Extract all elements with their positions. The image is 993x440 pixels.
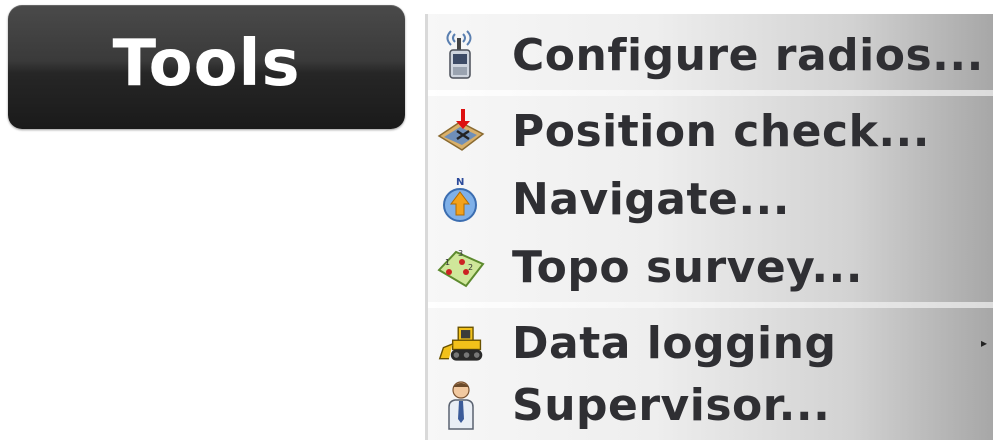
bulldozer-icon (436, 318, 486, 368)
svg-text:2: 2 (468, 263, 473, 272)
supervisor-person-icon (436, 380, 486, 430)
menu-item-label: Configure radios... (512, 29, 984, 81)
tools-button-label: Tools (112, 27, 301, 101)
topo-survey-icon: 1 3 2 (436, 242, 486, 292)
tools-button[interactable]: Tools (8, 5, 405, 129)
menu-item-label: Data logging (512, 317, 837, 369)
menu-item-label: Position check... (512, 105, 930, 157)
menu-item-topo-survey[interactable]: 1 3 2 Topo survey... (428, 236, 993, 298)
svg-text:3: 3 (458, 249, 463, 258)
menu-separator (428, 302, 993, 308)
svg-text:N: N (456, 177, 464, 188)
menu-separator (428, 90, 993, 96)
compass-navigate-icon: N (436, 174, 486, 224)
menu-item-supervisor[interactable]: Supervisor... (428, 374, 993, 436)
menu-item-data-logging[interactable]: Data logging ▸ (428, 312, 993, 374)
position-check-icon (436, 106, 486, 156)
menu-item-label: Supervisor... (512, 379, 831, 431)
menu-item-label: Topo survey... (512, 241, 863, 293)
submenu-arrow-icon: ▸ (980, 336, 987, 350)
stage: Tools Configure radios... Position check… (0, 0, 993, 440)
tools-menu: Configure radios... Position check... N (425, 14, 993, 440)
menu-item-position-check[interactable]: Position check... (428, 100, 993, 162)
menu-item-navigate[interactable]: N Navigate... (428, 168, 993, 230)
svg-text:1: 1 (445, 258, 450, 267)
menu-item-label: Navigate... (512, 173, 790, 225)
radio-device-icon (436, 30, 486, 80)
menu-item-configure-radios[interactable]: Configure radios... (428, 24, 993, 86)
